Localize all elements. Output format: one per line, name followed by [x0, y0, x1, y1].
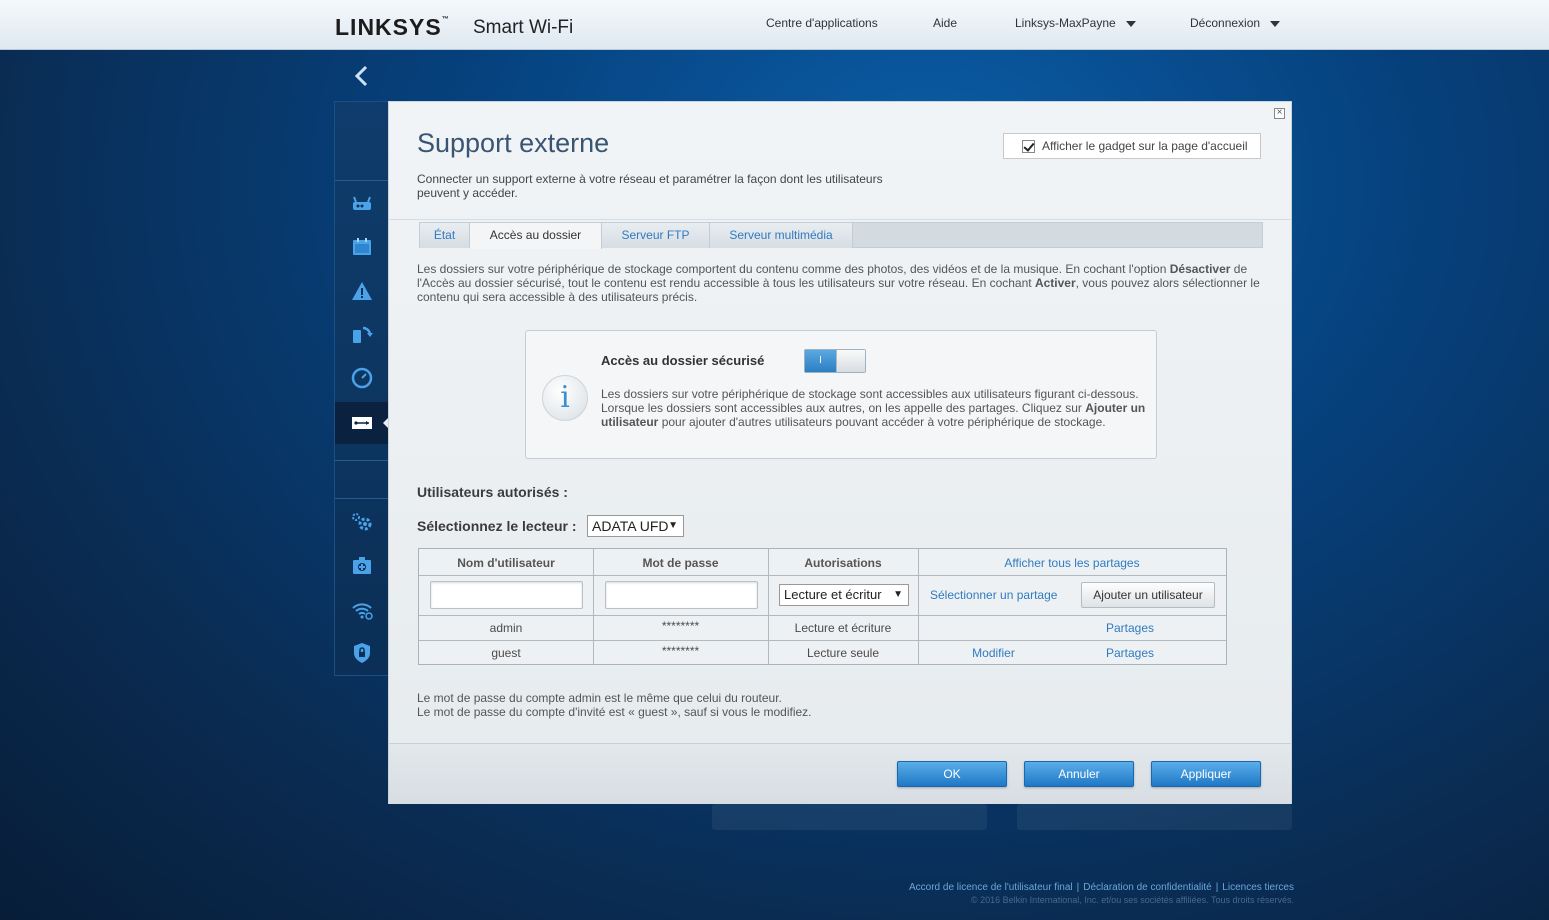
external-storage-modal: × Support externe Connecter un support e…: [388, 101, 1292, 804]
new-username-input[interactable]: [430, 581, 583, 609]
wifi-icon[interactable]: [335, 590, 389, 630]
table-row-permission: Lecture seule: [806, 646, 880, 660]
table-row-user: guest: [491, 646, 521, 660]
media-icon[interactable]: [335, 546, 389, 586]
show-gadget-label: Afficher le gadget sur la page d'accueil: [1042, 139, 1248, 153]
toggle-knob[interactable]: [836, 350, 865, 372]
tab-acces-dossier[interactable]: Accès au dossier: [470, 223, 602, 249]
show-all-shares-link[interactable]: Afficher tous les partages: [918, 556, 1226, 570]
tab-etat[interactable]: État: [420, 223, 470, 248]
add-user-button[interactable]: Ajouter un utilisateur: [1081, 582, 1215, 608]
select-share-link[interactable]: Sélectionner un partage: [930, 588, 1057, 602]
dropdown-arrow-icon: ▼: [668, 520, 678, 531]
users-table: Nom d'utilisateur Mot de passe Autorisat…: [418, 548, 1227, 665]
modify-link[interactable]: Modifier: [918, 646, 1069, 660]
shares-link[interactable]: Partages: [1069, 621, 1191, 635]
permission-select[interactable]: Lecture et écritur ▼: [779, 584, 909, 606]
sidebar: [334, 101, 390, 676]
copyright: © 2016 Belkin International, Inc. et/ou …: [971, 895, 1294, 905]
settings-icon[interactable]: [335, 502, 389, 542]
speed-icon[interactable]: [335, 358, 389, 398]
header-permissions: Autorisations: [804, 556, 882, 570]
chevron-down-icon: [1270, 20, 1281, 27]
password-footnote: Le mot de passe du compte admin est le m…: [417, 691, 812, 719]
top-bar: LINKSYS™ Smart Wi-Fi Centre d'applicatio…: [0, 0, 1549, 50]
modal-title: Support externe: [417, 128, 610, 158]
table-row-permission: Lecture et écriture: [794, 621, 892, 635]
tab-bar: État Accès au dossier Serveur FTP Serveu…: [419, 222, 1263, 249]
calendar-icon[interactable]: [335, 227, 389, 267]
apply-button[interactable]: Appliquer: [1151, 761, 1261, 787]
shares-link[interactable]: Partages: [1069, 646, 1191, 660]
new-password-input[interactable]: [605, 581, 758, 609]
secure-folder-info-box: i Accès au dossier sécurisé I Les dossie…: [525, 330, 1157, 459]
info-icon: i: [542, 375, 588, 421]
secure-folder-toggle[interactable]: I: [804, 349, 866, 373]
toggle-on-label: I: [805, 350, 836, 372]
close-icon[interactable]: ×: [1274, 108, 1285, 119]
router-icon[interactable]: [335, 184, 389, 224]
devices-icon[interactable]: [335, 315, 389, 355]
chevron-down-icon: [1125, 20, 1136, 27]
security-icon[interactable]: [335, 633, 389, 673]
privacy-link[interactable]: Déclaration de confidentialité: [1083, 882, 1211, 893]
secure-folder-title: Accès au dossier sécurisé: [601, 353, 765, 368]
usb-icon[interactable]: [335, 402, 390, 444]
eula-link[interactable]: Accord de licence de l'utilisateur final: [909, 882, 1073, 893]
authorized-users-label: Utilisateurs autorisés :: [417, 484, 568, 500]
nav-app-center[interactable]: Centre d'applications: [766, 16, 878, 30]
modal-footer: OK Annuler Appliquer: [389, 743, 1291, 804]
ok-button[interactable]: OK: [897, 761, 1007, 787]
show-gadget-checkbox[interactable]: Afficher le gadget sur la page d'accueil: [1003, 133, 1261, 159]
table-row-password: ********: [661, 619, 700, 633]
page-footer: Accord de licence de l'utilisateur final…: [908, 882, 1294, 905]
select-drive-label: Sélectionnez le lecteur :: [417, 518, 577, 534]
nav-help[interactable]: Aide: [933, 16, 957, 30]
logo-subtitle: Smart Wi-Fi: [473, 17, 574, 38]
modal-subtitle: Connecter un support externe à votre rés…: [417, 172, 883, 200]
back-arrow-icon[interactable]: [352, 64, 372, 88]
drive-select[interactable]: ADATA UFD ▼: [587, 515, 684, 537]
background-widget: [712, 804, 987, 830]
background-widget: [1017, 804, 1292, 830]
folder-access-description: Les dossiers sur votre périphérique de s…: [417, 262, 1260, 304]
tab-serveur-ftp[interactable]: Serveur FTP: [602, 223, 710, 248]
tab-serveur-multimedia[interactable]: Serveur multimédia: [710, 223, 853, 248]
checkbox-checked-icon[interactable]: [1022, 139, 1035, 153]
header-password: Mot de passe: [642, 556, 719, 570]
linksys-logo[interactable]: LINKSYS™: [335, 14, 450, 41]
third-party-licenses-link[interactable]: Licences tierces: [1222, 882, 1294, 893]
warning-icon[interactable]: [335, 271, 389, 311]
cancel-button[interactable]: Annuler: [1024, 761, 1134, 787]
nav-logout-menu[interactable]: Déconnexion: [1190, 16, 1281, 30]
secure-folder-text: Les dossiers sur votre périphérique de s…: [601, 387, 1146, 429]
divider: [389, 219, 1291, 220]
header-username: Nom d'utilisateur: [457, 556, 555, 570]
dropdown-arrow-icon: ▼: [893, 589, 903, 600]
nav-router-menu[interactable]: Linksys-MaxPayne: [1015, 16, 1136, 30]
table-row-user: admin: [489, 621, 523, 635]
table-row-password: ********: [661, 644, 700, 658]
